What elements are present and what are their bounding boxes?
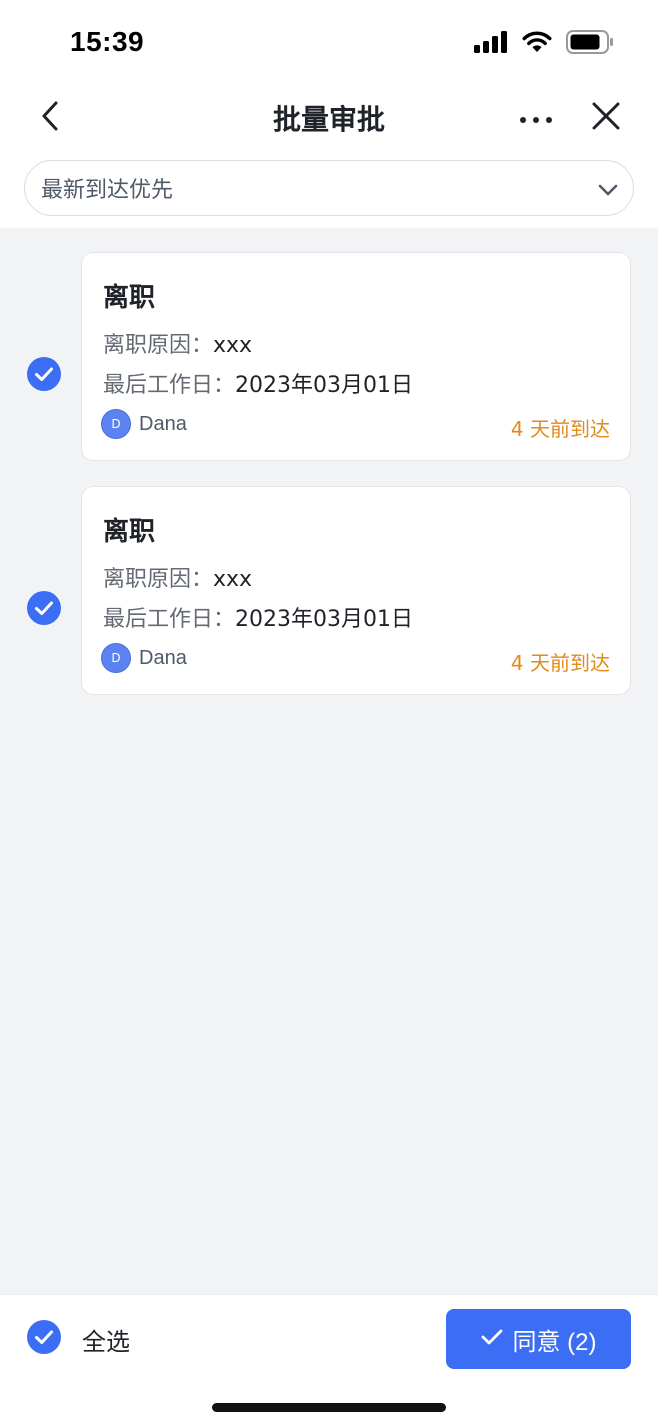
wifi-icon	[522, 31, 552, 57]
batch-approval-screen: 15:39 批量审批 最新到达优先 离职 离职原因：xxx 最后工作日：2023…	[0, 0, 658, 1424]
checked-circle-icon	[26, 1319, 62, 1359]
applicant-name: Dana	[139, 412, 187, 435]
approve-label: 同意 (2)	[512, 1328, 597, 1356]
reason-value: xxx	[213, 333, 253, 358]
reason-value: xxx	[213, 567, 253, 592]
card-footer: D Dana	[101, 643, 187, 673]
approval-card[interactable]: 离职 离职原因：xxx 最后工作日：2023年03月01日 D Dana 4 天…	[81, 486, 631, 695]
status-bar: 15:39	[0, 0, 658, 88]
approval-card[interactable]: 离职 离职原因：xxx 最后工作日：2023年03月01日 D Dana 4 天…	[81, 252, 631, 461]
arrival-time: 4 天前到达	[510, 651, 610, 675]
card-title: 离职	[103, 517, 156, 547]
close-icon	[591, 101, 621, 135]
last-day-value: 2023年03月01日	[235, 607, 413, 632]
last-day-field: 最后工作日：2023年03月01日	[103, 601, 413, 633]
select-all-label: 全选	[82, 1327, 130, 1356]
card-footer: D Dana	[101, 409, 187, 439]
nav-bar: 批量审批	[0, 88, 658, 148]
list-item: 离职 离职原因：xxx 最后工作日：2023年03月01日 D Dana 4 天…	[0, 252, 658, 462]
reason-label: 离职原因：	[103, 333, 214, 358]
last-day-label: 最后工作日：	[103, 607, 236, 632]
sort-selected-value: 最新到达优先	[41, 178, 174, 203]
approve-button[interactable]: 同意 (2)	[446, 1309, 631, 1369]
reason-label: 离职原因：	[103, 567, 214, 592]
arrival-time: 4 天前到达	[510, 417, 610, 441]
reason-field: 离职原因：xxx	[103, 561, 252, 593]
battery-icon	[566, 30, 614, 58]
item-checkbox[interactable]	[26, 356, 62, 392]
last-day-field: 最后工作日：2023年03月01日	[103, 367, 413, 399]
checked-circle-icon	[26, 357, 62, 396]
status-time: 15:39	[70, 26, 145, 57]
bottom-action-bar: 全选 同意 (2)	[0, 1294, 658, 1424]
checked-circle-icon	[26, 591, 62, 630]
check-icon	[481, 1325, 503, 1353]
more-icon	[519, 109, 553, 128]
last-day-value: 2023年03月01日	[235, 373, 413, 398]
card-title: 离职	[103, 283, 156, 313]
last-day-label: 最后工作日：	[103, 373, 236, 398]
avatar: D	[101, 643, 131, 673]
applicant-name: Dana	[139, 646, 187, 669]
sort-dropdown[interactable]: 最新到达优先	[24, 160, 634, 216]
list-item: 离职 离职原因：xxx 最后工作日：2023年03月01日 D Dana 4 天…	[0, 486, 658, 696]
item-checkbox[interactable]	[26, 590, 62, 626]
more-button[interactable]	[512, 96, 560, 140]
signal-icon	[474, 31, 508, 57]
reason-field: 离职原因：xxx	[103, 327, 252, 359]
sort-bar: 最新到达优先	[0, 148, 658, 228]
avatar: D	[101, 409, 131, 439]
chevron-down-icon	[597, 179, 619, 201]
approval-list: 离职 离职原因：xxx 最后工作日：2023年03月01日 D Dana 4 天…	[0, 228, 658, 1294]
status-icons	[474, 30, 614, 58]
close-button[interactable]	[584, 96, 628, 140]
select-all-checkbox[interactable]: 全选	[26, 1319, 130, 1359]
home-indicator	[212, 1403, 446, 1412]
